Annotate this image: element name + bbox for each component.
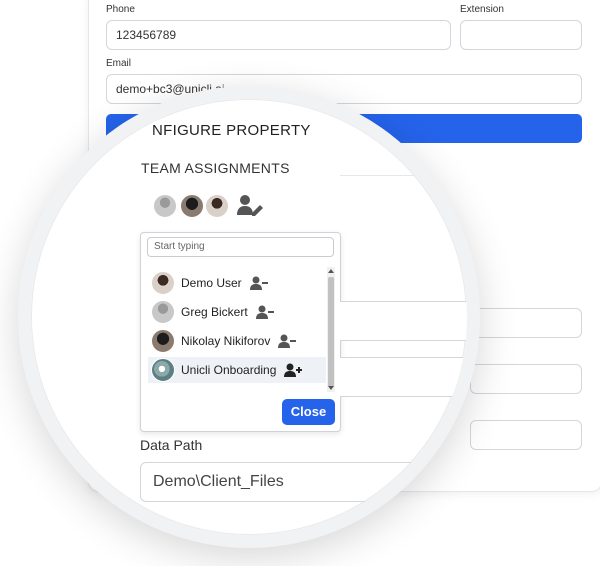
extension-label: Extension: [460, 4, 504, 15]
team-assignments-title: TEAM ASSIGNMENTS: [141, 160, 290, 176]
scroll-up-arrow-icon[interactable]: [328, 269, 334, 273]
user-option[interactable]: Demo User: [148, 270, 326, 296]
user-name: Demo User: [181, 276, 242, 290]
user-option[interactable]: Greg Bickert: [148, 299, 326, 325]
email-label: Email: [106, 58, 132, 69]
user-avatar: [151, 329, 175, 353]
extension-input[interactable]: [460, 20, 582, 50]
background-field[interactable]: [340, 301, 467, 341]
background-field[interactable]: [340, 357, 467, 397]
background-field[interactable]: [470, 308, 582, 338]
scrollbar-thumb[interactable]: [328, 277, 334, 387]
user-search-input[interactable]: Start typing: [147, 237, 334, 257]
edit-users-icon[interactable]: [236, 193, 264, 222]
close-button[interactable]: Close: [282, 399, 335, 425]
scroll-down-arrow-icon[interactable]: [328, 386, 334, 390]
remove-user-icon[interactable]: [255, 304, 274, 320]
magnifier-lens: NFIGURE PROPERTY TEAM ASSIGNMENTS Start …: [18, 86, 480, 548]
phone-label: Phone: [106, 4, 135, 15]
dropdown-scrollbar[interactable]: [327, 267, 335, 392]
background-field[interactable]: [470, 420, 582, 450]
divider: [340, 175, 467, 176]
user-option[interactable]: Unicli Onboarding: [148, 357, 326, 383]
user-option[interactable]: Nikolay Nikiforov: [148, 328, 326, 354]
assigned-user-avatar[interactable]: [205, 194, 229, 218]
user-name: Nikolay Nikiforov: [181, 334, 271, 348]
section-title: NFIGURE PROPERTY: [152, 122, 311, 139]
assigned-user-avatar[interactable]: [180, 194, 204, 218]
background-field[interactable]: [470, 364, 582, 394]
phone-input[interactable]: 123456789: [106, 20, 451, 50]
user-avatar: [151, 300, 175, 324]
user-picker-dropdown: Start typing Demo User Greg Bickert Niko…: [140, 232, 341, 432]
data-path-label: Data Path: [140, 437, 203, 453]
data-path-input[interactable]: Demo\Client_Files: [140, 462, 467, 502]
remove-user-icon[interactable]: [278, 333, 297, 349]
user-avatar: [151, 358, 175, 382]
remove-user-icon[interactable]: [249, 275, 268, 291]
assigned-user-avatar[interactable]: [153, 194, 177, 218]
user-name: Unicli Onboarding: [181, 363, 277, 377]
add-user-icon[interactable]: [284, 362, 303, 378]
user-avatar: [151, 271, 175, 295]
user-name: Greg Bickert: [181, 305, 248, 319]
